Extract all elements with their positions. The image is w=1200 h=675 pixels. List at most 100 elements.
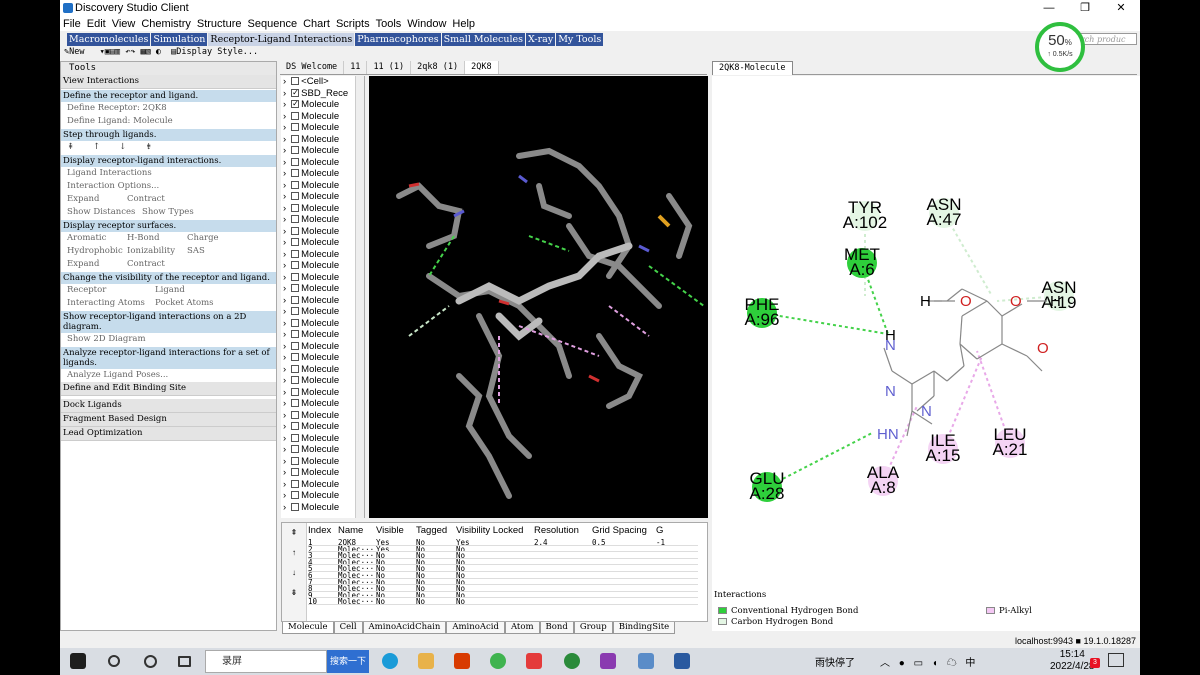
visibility-checkbox[interactable] <box>291 456 300 465</box>
object-tab-bond[interactable]: Bond <box>539 622 574 634</box>
tree-node[interactable]: › Molecule <box>281 203 364 215</box>
tree-node[interactable]: › <Cell> <box>281 76 364 88</box>
menu-chemistry[interactable]: Chemistry <box>138 17 194 31</box>
tree-node[interactable]: › Molecule <box>281 145 364 157</box>
vis-pocket-atoms[interactable]: Pocket Atoms <box>155 298 215 309</box>
menu-structure[interactable]: Structure <box>194 17 245 31</box>
visibility-checkbox[interactable] <box>291 307 300 316</box>
tree-node[interactable]: › Molecule <box>281 122 364 134</box>
expand-link[interactable]: Expand <box>67 194 127 205</box>
expand-arrow-icon[interactable]: › <box>283 111 286 122</box>
object-tab-cell[interactable]: Cell <box>333 622 363 634</box>
search-icon[interactable] <box>108 655 120 667</box>
expand-arrow-icon[interactable]: › <box>283 479 286 490</box>
surface-contract-link[interactable]: Contract <box>127 259 187 270</box>
collapsed-dock-ligands[interactable]: Dock Ligands <box>61 399 276 413</box>
doc-tab-2[interactable]: 11 (1) <box>367 61 412 74</box>
tree-node[interactable]: › Molecule <box>281 364 364 376</box>
define-ligand-link[interactable]: Define Ligand: Molecule <box>61 115 276 128</box>
object-tab-aminoacid[interactable]: AminoAcid <box>446 622 505 634</box>
visibility-checkbox[interactable] <box>291 387 300 396</box>
visibility-checkbox[interactable] <box>291 399 300 408</box>
visibility-checkbox[interactable] <box>291 272 300 281</box>
task-tab-3[interactable]: Pharmacophores <box>355 33 441 46</box>
surface-aromatic[interactable]: Aromatic <box>67 233 127 244</box>
table-row[interactable]: 7 Molec··· No No No <box>308 579 698 586</box>
expand-arrow-icon[interactable]: › <box>283 444 286 455</box>
expand-arrow-icon[interactable]: › <box>283 168 286 179</box>
expand-arrow-icon[interactable]: › <box>283 456 286 467</box>
task-tab-4[interactable]: Small Molecules <box>441 33 525 46</box>
menu-tools[interactable]: Tools <box>373 17 405 31</box>
task-tab-1[interactable]: Simulation <box>151 33 208 46</box>
tree-node[interactable]: › Molecule <box>281 249 364 261</box>
visibility-checkbox[interactable] <box>291 433 300 442</box>
visibility-checkbox[interactable] <box>291 376 300 385</box>
table-column-header[interactable]: Resolution <box>534 525 592 536</box>
table-column-header[interactable]: Visible <box>376 525 416 536</box>
table-row[interactable]: 9 Molec··· No No No <box>308 592 698 599</box>
task-view-icon[interactable] <box>178 656 191 667</box>
tree-node[interactable]: › Molecule <box>281 433 364 445</box>
collapsed-binding-site[interactable]: Define and Edit Binding Site <box>61 382 276 396</box>
visibility-checkbox[interactable] <box>291 468 300 477</box>
object-tab-atom[interactable]: Atom <box>504 622 540 634</box>
tree-node[interactable]: › Molecule <box>281 329 364 341</box>
analyze-ligand-poses-link[interactable]: Analyze Ligand Poses... <box>61 369 276 382</box>
task-tab-0[interactable]: Macromolecules <box>67 33 151 46</box>
toolbar-icons[interactable]: ▾▣▤▥ ↶↷ ▦▧ ◐ <box>100 47 161 57</box>
taskbar-search-button[interactable]: 搜索一下 <box>327 650 369 673</box>
doc-tab-1[interactable]: 11 <box>344 61 368 74</box>
visibility-checkbox[interactable] <box>291 445 300 454</box>
expand-arrow-icon[interactable]: › <box>283 433 286 444</box>
table-up-icon[interactable]: ↑ <box>282 543 306 563</box>
tree-node[interactable]: › ✓ Molecule <box>281 99 364 111</box>
visibility-checkbox[interactable] <box>291 134 300 143</box>
tree-node[interactable]: › Molecule <box>281 467 364 479</box>
visibility-checkbox[interactable] <box>291 422 300 431</box>
tree-node[interactable]: › Molecule <box>281 283 364 295</box>
table-column-header[interactable]: Visibility Locked <box>456 525 534 536</box>
expand-arrow-icon[interactable]: › <box>283 88 286 99</box>
table-row[interactable]: 8 Molec··· No No No <box>308 585 698 592</box>
expand-arrow-icon[interactable]: › <box>283 203 286 214</box>
hierarchy-scrollbar[interactable] <box>355 76 364 518</box>
expand-arrow-icon[interactable]: › <box>283 306 286 317</box>
visibility-checkbox[interactable] <box>291 502 300 511</box>
menu-view[interactable]: View <box>109 17 139 31</box>
visibility-checkbox[interactable] <box>291 192 300 201</box>
expand-arrow-icon[interactable]: › <box>283 318 286 329</box>
display-style-button[interactable]: ▤Display Style... <box>171 47 263 57</box>
menu-sequence[interactable]: Sequence <box>245 17 301 31</box>
doc-tab-4[interactable]: 2QK8 <box>465 61 499 74</box>
expand-arrow-icon[interactable]: › <box>283 226 286 237</box>
visibility-checkbox[interactable] <box>291 479 300 488</box>
menu-scripts[interactable]: Scripts <box>333 17 373 31</box>
visibility-checkbox[interactable]: ✓ <box>291 100 300 109</box>
expand-arrow-icon[interactable]: › <box>283 352 286 363</box>
doc-tab-0[interactable]: DS Welcome <box>280 61 345 74</box>
tree-node[interactable]: › Molecule <box>281 375 364 387</box>
expand-arrow-icon[interactable]: › <box>283 364 286 375</box>
minimize-button[interactable]: — <box>1032 0 1066 17</box>
table-row[interactable]: 2 Molec··· Yes No No <box>308 546 698 553</box>
show-types-link[interactable]: Show Types <box>142 207 202 218</box>
tree-node[interactable]: › Molecule <box>281 398 364 410</box>
tree-node[interactable]: › Molecule <box>281 387 364 399</box>
menu-chart[interactable]: Chart <box>300 17 333 31</box>
tree-node[interactable]: › Molecule <box>281 490 364 502</box>
visibility-checkbox[interactable] <box>291 330 300 339</box>
chemdraw-icon[interactable] <box>564 653 580 669</box>
expand-arrow-icon[interactable]: › <box>283 341 286 352</box>
vis-interacting-atoms[interactable]: Interacting Atoms <box>67 298 155 309</box>
tree-node[interactable]: › Molecule <box>281 341 364 353</box>
table-column-header[interactable]: Tagged <box>416 525 456 536</box>
tree-node[interactable]: › Molecule <box>281 421 364 433</box>
visibility-checkbox[interactable] <box>291 491 300 500</box>
expand-arrow-icon[interactable]: › <box>283 272 286 283</box>
task-tab-5[interactable]: X-ray <box>525 33 556 46</box>
task-tab-6[interactable]: My Tools <box>556 33 604 46</box>
object-tab-molecule[interactable]: Molecule <box>282 622 334 634</box>
start-icon[interactable] <box>70 653 86 669</box>
visibility-checkbox[interactable] <box>291 295 300 304</box>
